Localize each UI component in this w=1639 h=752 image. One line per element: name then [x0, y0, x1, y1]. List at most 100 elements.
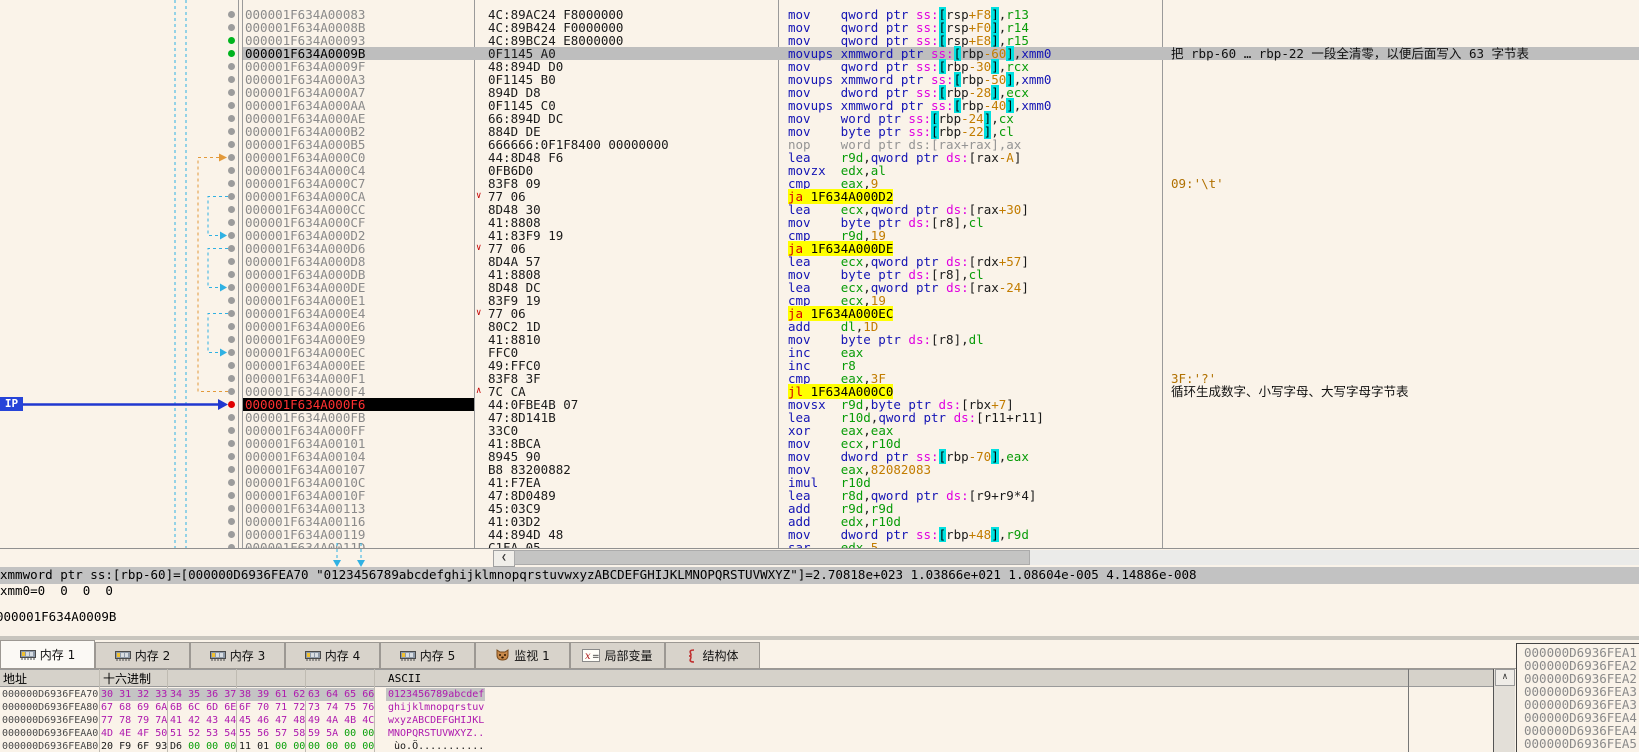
horizontal-scrollbar[interactable]: ❮ — [0, 549, 1639, 567]
breakpoint-dot[interactable] — [228, 115, 235, 122]
breakpoint-dot[interactable] — [228, 414, 235, 421]
dump-row[interactable]: 000000D6936FEA80 67 68 69 6A 6B 6C 6D 6E 6F… — [0, 701, 1493, 714]
dump-row[interactable]: 000000D6936FEAA0 4D 4E 4F 50 51 52 53 54 55… — [0, 727, 1493, 740]
scrollbar-thumb[interactable] — [514, 550, 1030, 565]
rip-label: IP — [0, 397, 23, 411]
breakpoint-dot[interactable] — [228, 349, 235, 356]
dump-hex-group: 11 01 00 00 — [239, 741, 306, 752]
breakpoint-dot[interactable] — [228, 193, 235, 200]
breakpoint-dot[interactable] — [228, 141, 235, 148]
dump-row[interactable]: 000000D6936FEAB0 20 F9 6F 93 D6 00 00 00 11… — [0, 740, 1493, 752]
tab-内存 4[interactable]: 内存 4 — [285, 642, 380, 668]
dump-hex-group: 6F 70 71 72 — [239, 702, 306, 713]
breakpoint-dot[interactable] — [228, 440, 235, 447]
dump-hex-group: 34 35 36 37 — [170, 689, 237, 700]
operand-info-bar: xmmword ptr ss:[rbp-60]=[000000D6936FEA7… — [0, 567, 1639, 584]
breakpoint-dot[interactable] — [228, 206, 235, 213]
dump-right-line — [1408, 669, 1409, 752]
memory-dump-pane[interactable]: 地址 十六进制 ASCII 000000D6936FEA70 30 31 32 3… — [0, 669, 1516, 752]
tab-结构体[interactable]: 结构体 — [665, 642, 760, 668]
tab-内存 1[interactable]: 内存 1 — [0, 640, 95, 668]
breakpoint-dot[interactable] — [228, 24, 235, 31]
dump-address: 000000D6936FEA80 — [2, 702, 99, 713]
dump-hex-group: 30 31 32 33 — [101, 689, 168, 700]
dump-ascii: wxyzABCDEFGHIJKL — [388, 715, 485, 726]
tab-监视 1[interactable]: 监视 1 — [475, 642, 570, 668]
dump-hex-group: 59 5A 00 00 — [308, 728, 375, 739]
breakpoint-dot[interactable] — [228, 180, 235, 187]
tab-label: 监视 1 — [514, 649, 550, 663]
dump-hex-group: 38 39 61 62 — [239, 689, 306, 700]
breakpoint-dot[interactable] — [228, 492, 235, 499]
breakpoint-dot[interactable] — [228, 167, 235, 174]
dump-vertical-scrollbar[interactable]: ∧ — [1493, 669, 1515, 752]
breakpoint-dot[interactable] — [228, 258, 235, 265]
breakpoint-dot[interactable] — [228, 128, 235, 135]
dump-ascii: ùo.Ö........... — [388, 741, 485, 752]
breakpoint-dot[interactable] — [228, 76, 235, 83]
breakpoint-dot[interactable] — [228, 518, 235, 525]
bottom-tab-bar: 内存 1 内存 2 内存 3 内存 4 内存 5 监视 1 x = 局部变量 结构体 — [0, 640, 1639, 668]
breakpoint-dot[interactable] — [228, 531, 235, 538]
breakpoint-dot[interactable] — [228, 154, 235, 161]
xmm-register-line: xmm0=0 0 0 0 — [0, 583, 113, 598]
scroll-up-button[interactable]: ∧ — [1495, 669, 1515, 686]
dump-row[interactable]: 000000D6936FEA70 30 31 32 33 34 35 36 37 38… — [0, 688, 1493, 701]
breakpoint-dot[interactable] — [228, 453, 235, 460]
scrollbar-track[interactable] — [514, 550, 1639, 565]
tab-label: 内存 5 — [419, 649, 456, 663]
breakpoint-dot[interactable] — [228, 297, 235, 304]
dump-hex-group: 51 52 53 54 — [170, 728, 237, 739]
dump-header-ascii: ASCII — [388, 672, 422, 685]
breakpoint-dot[interactable] — [228, 401, 235, 408]
jump-direction-icon: ∧ — [476, 386, 482, 396]
breakpoint-dot[interactable] — [228, 284, 235, 291]
dump-hex-group: 6B 6C 6D 6E — [170, 702, 237, 713]
tab-内存 3[interactable]: 内存 3 — [190, 642, 285, 668]
breakpoint-dot[interactable] — [228, 63, 235, 70]
breakpoint-dot[interactable] — [228, 232, 235, 239]
breakpoint-dot[interactable] — [228, 11, 235, 18]
breakpoint-dot[interactable] — [228, 427, 235, 434]
struct-icon — [686, 648, 698, 663]
breakpoint-dot[interactable] — [228, 50, 235, 57]
dump-address: 000000D6936FEAA0 — [2, 728, 99, 739]
breakpoint-dot[interactable] — [228, 102, 235, 109]
dump-header-row: 地址 十六进制 ASCII — [0, 669, 1493, 687]
breakpoint-dot[interactable] — [228, 375, 235, 382]
dump-row[interactable]: 000000D6936FEA90 77 78 79 7A 41 42 43 44 45… — [0, 714, 1493, 727]
dump-hex-group: 67 68 69 6A — [101, 702, 168, 713]
breakpoint-dot[interactable] — [228, 310, 235, 317]
ram-icon — [304, 649, 321, 662]
dump-hex-group: D6 00 00 00 — [170, 741, 237, 752]
svg-text:x: x — [585, 651, 591, 662]
breakpoint-dot[interactable] — [228, 37, 235, 44]
dump-hex-group: 49 4A 4B 4C — [308, 715, 375, 726]
dump-address: 000000D6936FEA90 — [2, 715, 99, 726]
tab-内存 2[interactable]: 内存 2 — [95, 642, 190, 668]
dump-hex-group: 45 46 47 48 — [239, 715, 306, 726]
breakpoint-dot[interactable] — [228, 362, 235, 369]
breakpoint-dot[interactable] — [228, 466, 235, 473]
breakpoint-dot[interactable] — [228, 89, 235, 96]
breakpoint-dot[interactable] — [228, 336, 235, 343]
breakpoint-dot[interactable] — [228, 388, 235, 395]
ram-icon — [114, 649, 131, 662]
breakpoint-dot[interactable] — [228, 219, 235, 226]
tab-label: 局部变量 — [604, 649, 653, 663]
disassembly-pane[interactable]: 000001F634A00083 4C:89AC24 F8000000 mov qw… — [0, 0, 1639, 549]
breakpoint-dot[interactable] — [228, 505, 235, 512]
scroll-left-button[interactable]: ❮ — [493, 550, 515, 567]
breakpoint-dot[interactable] — [228, 245, 235, 252]
tab-局部变量[interactable]: x = 局部变量 — [570, 642, 665, 668]
dump-hex-group: 73 74 75 76 — [308, 702, 375, 713]
breakpoint-dot[interactable] — [228, 479, 235, 486]
tab-label: 内存 1 — [39, 648, 76, 662]
stack-pane[interactable]: 000000D6936FEA1 000000D6936FEA2 000000D693… — [1516, 643, 1639, 752]
breakpoint-dot[interactable] — [228, 323, 235, 330]
tab-label: 内存 3 — [229, 649, 266, 663]
tab-内存 5[interactable]: 内存 5 — [380, 642, 475, 668]
instruction-comment: 循环生成数字、小写字母、大写字母字节表 — [1171, 384, 1409, 399]
breakpoint-dot[interactable] — [228, 271, 235, 278]
jump-direction-icon: ∨ — [476, 308, 482, 318]
